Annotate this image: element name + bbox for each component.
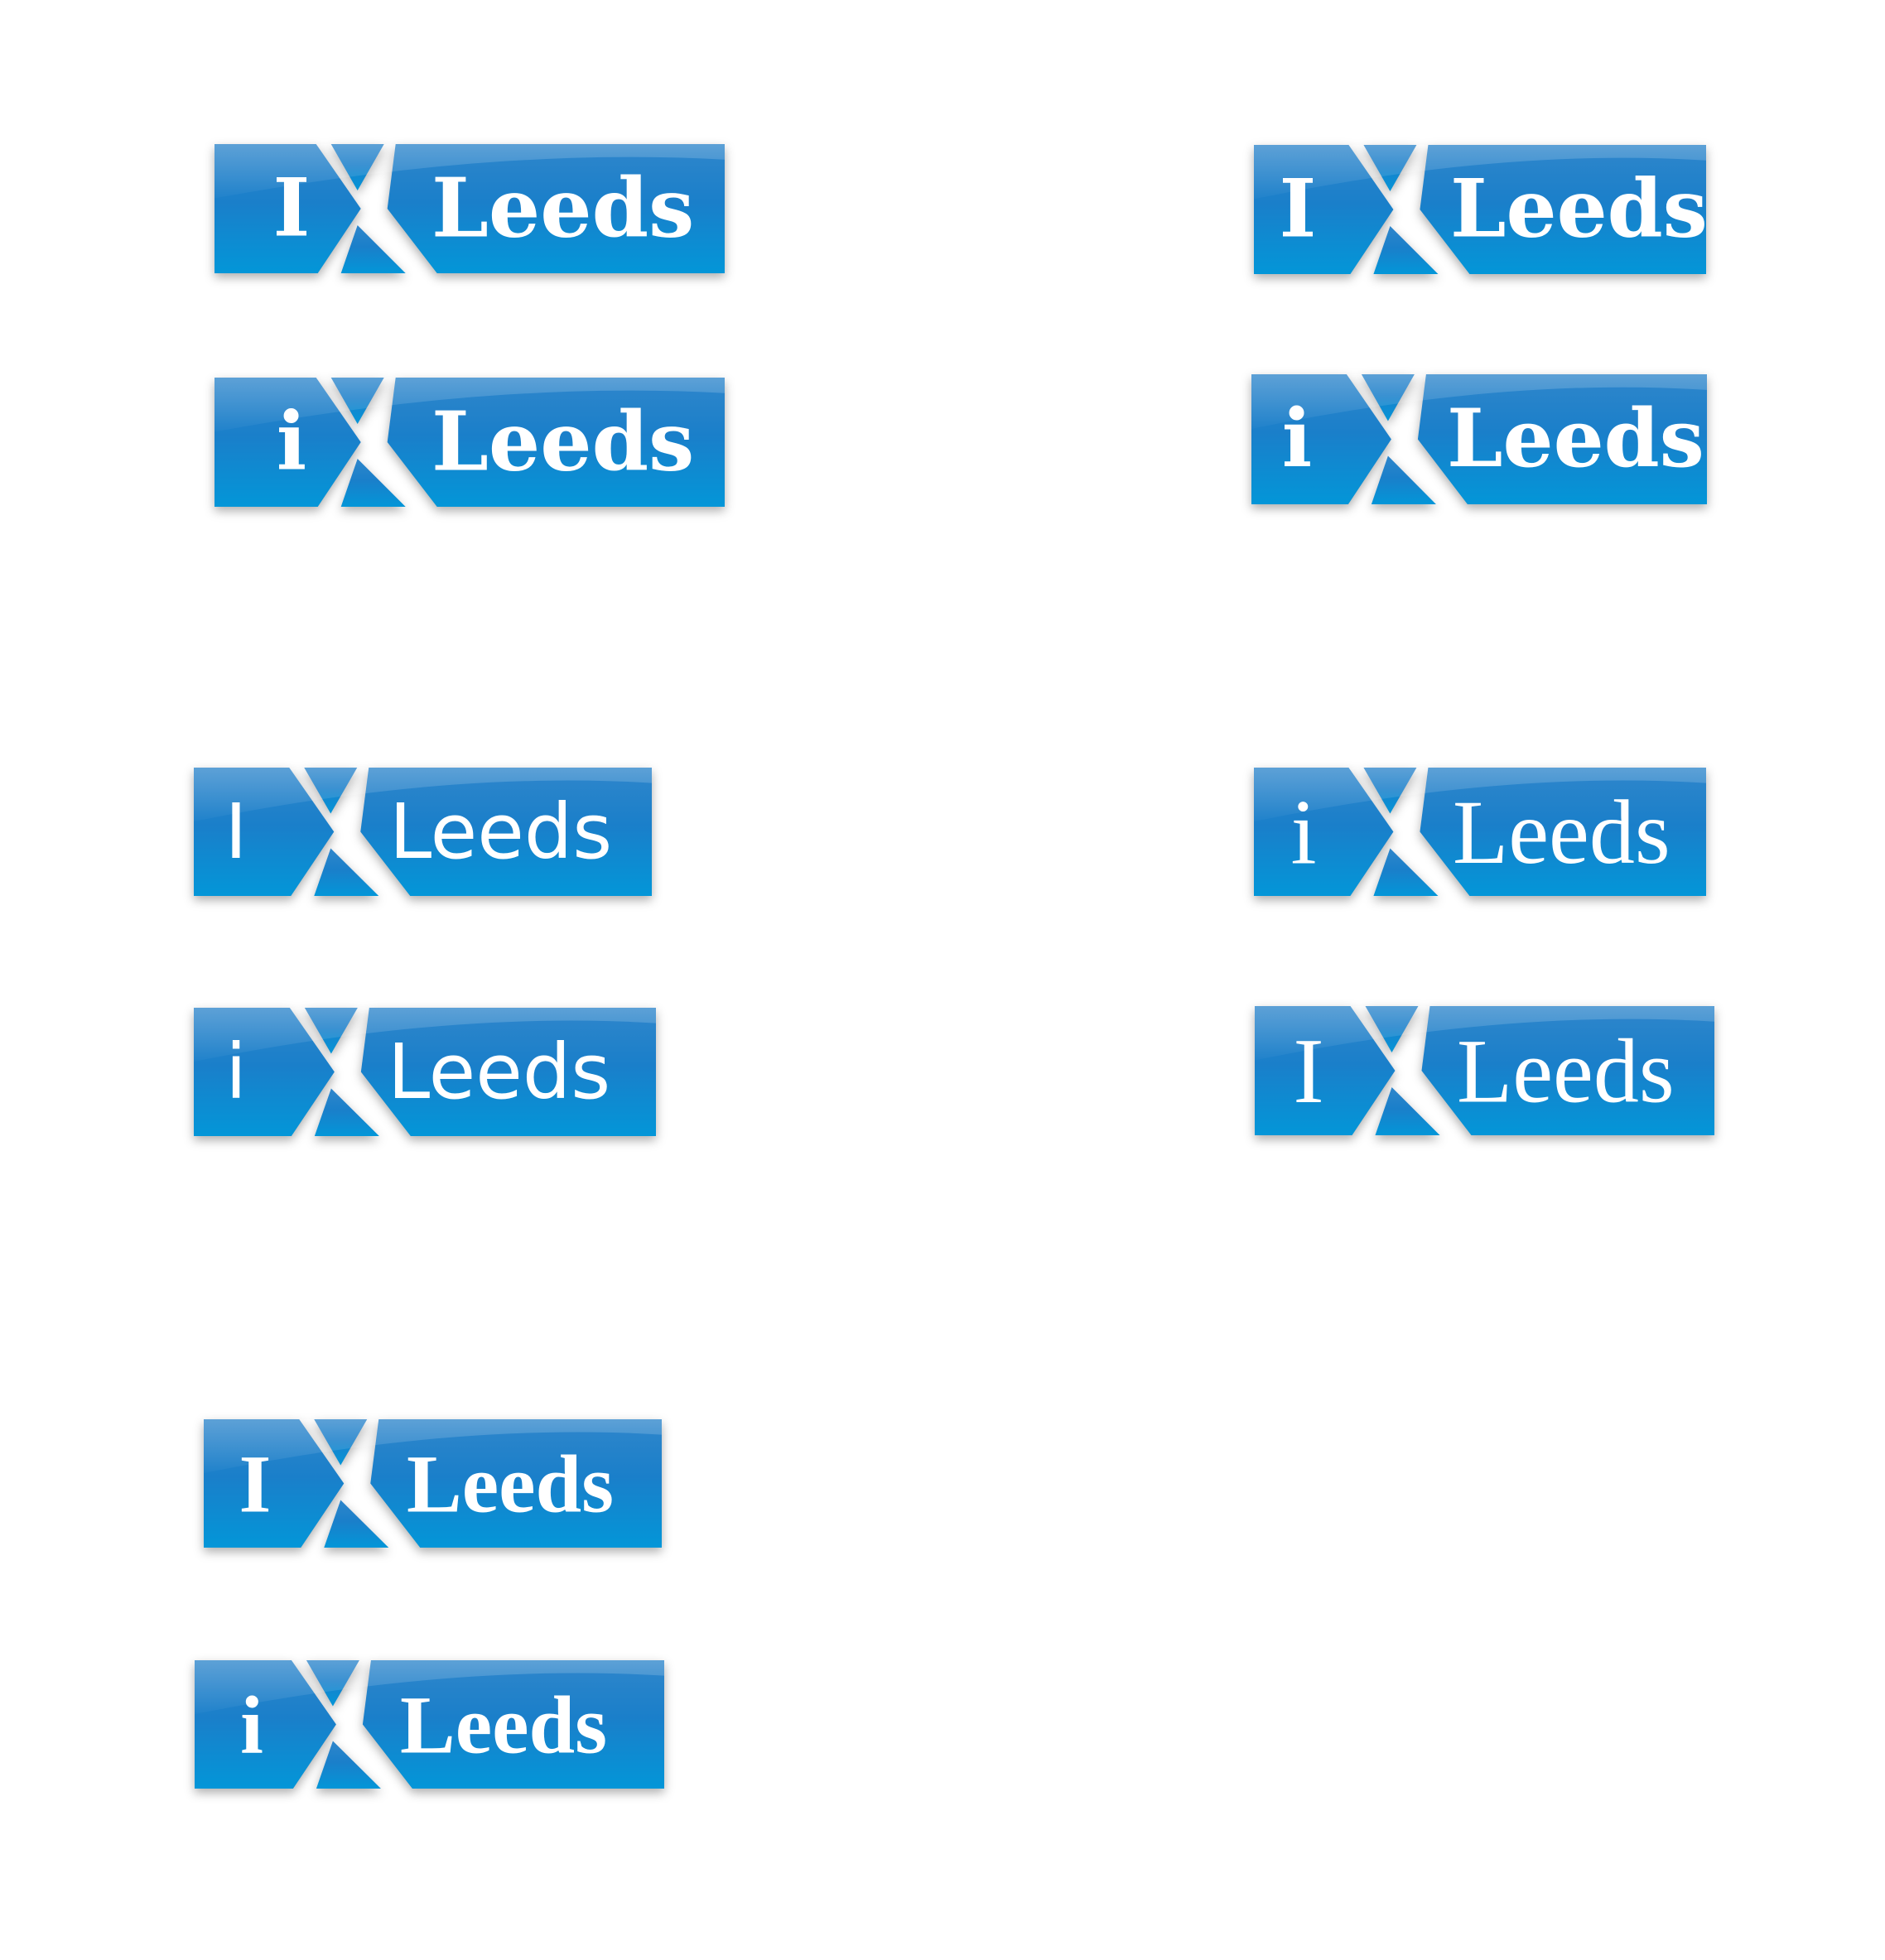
x-bottom-triangle-shape bbox=[1371, 455, 1436, 504]
ixleeds-logo: I Leeds bbox=[1254, 145, 1706, 274]
logo-word: Leeds bbox=[1450, 162, 1706, 256]
x-bottom-triangle-shape bbox=[340, 459, 406, 507]
ixleeds-logo: I Leeds bbox=[215, 144, 725, 273]
logo-word: Leeds bbox=[388, 1028, 610, 1116]
logo-letter: i bbox=[1290, 782, 1316, 884]
logo-word: Leeds bbox=[389, 787, 612, 876]
ixleeds-logo: I Leeds bbox=[1255, 1006, 1714, 1135]
logo-word: Leeds bbox=[1447, 392, 1704, 485]
logo-letter: i bbox=[277, 395, 306, 489]
logo-sheet: { "logos": [ { "letter": "I", "word": "L… bbox=[0, 0, 1885, 1960]
x-bottom-triangle-shape bbox=[316, 1741, 381, 1789]
logo-letter: I bbox=[1280, 162, 1317, 256]
ixleeds-logo: I Leeds bbox=[194, 768, 652, 896]
ixleeds-logo: i Leeds bbox=[1251, 374, 1707, 504]
x-bottom-triangle-shape bbox=[1375, 1087, 1440, 1135]
x-bottom-triangle-shape bbox=[314, 848, 379, 896]
logo-letter: i bbox=[225, 1028, 247, 1116]
logo-letter: I bbox=[1293, 1020, 1323, 1123]
logo-word: Leeds bbox=[400, 1679, 607, 1771]
logo-word: Leeds bbox=[431, 394, 694, 489]
ixleeds-logo: I Leeds bbox=[204, 1419, 662, 1548]
logo-letter: I bbox=[273, 161, 311, 255]
logo-letter: I bbox=[224, 787, 247, 876]
logo-word: Leeds bbox=[407, 1438, 614, 1530]
ixleeds-logo: i Leeds bbox=[1254, 768, 1706, 896]
ixleeds-logo: i Leeds bbox=[195, 1660, 664, 1789]
logo-letter: i bbox=[240, 1679, 263, 1771]
x-bottom-triangle-shape bbox=[324, 1500, 389, 1548]
ixleeds-logo: i Leeds bbox=[194, 1008, 656, 1136]
logo-letter: I bbox=[239, 1438, 272, 1530]
x-bottom-triangle-shape bbox=[314, 1088, 379, 1136]
ixleeds-logo: i Leeds bbox=[215, 378, 725, 507]
x-bottom-triangle-shape bbox=[340, 225, 406, 273]
logo-word: Leeds bbox=[1453, 782, 1670, 883]
logo-letter: i bbox=[1282, 392, 1312, 485]
x-bottom-triangle-shape bbox=[1373, 226, 1439, 274]
logo-word: Leeds bbox=[431, 161, 694, 256]
logo-word: Leeds bbox=[1457, 1020, 1675, 1121]
x-bottom-triangle-shape bbox=[1373, 848, 1439, 896]
